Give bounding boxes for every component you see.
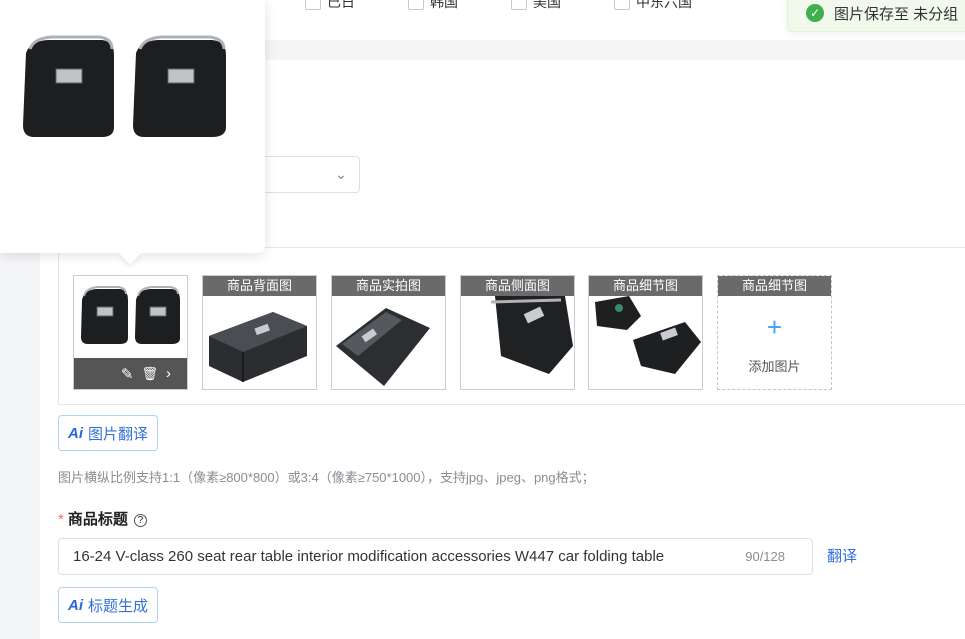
button-label: 标题生成	[88, 597, 149, 615]
ai-icon: Ai	[68, 424, 83, 442]
plus-icon: +	[766, 312, 783, 342]
toast-text: 图片保存至 未分组	[834, 5, 959, 23]
product-image	[74, 282, 187, 359]
country-label: 韩国	[430, 0, 458, 10]
product-image	[332, 296, 445, 389]
preview-image	[18, 35, 238, 145]
required-mark: *	[58, 511, 64, 528]
label-text: 商品标题	[67, 511, 128, 528]
thumb-detail-1[interactable]: 商品细节图	[588, 275, 703, 390]
thumb-toolbar: ✎ 🗑 ›	[74, 358, 187, 389]
ai-icon: Ai	[68, 596, 83, 614]
image-format-hint: 图片横纵比例支持1:1（像素≥800*800）或3:4（像素≥750*1000）…	[58, 470, 595, 485]
product-image	[203, 296, 316, 389]
main-image-thumb[interactable]: ✎ 🗑 ›	[73, 275, 188, 390]
image-gallery: ✎ 🗑 › 商品背面图 商品实拍图 商品侧面图 商品细节图 商品细节图 + 添加…	[58, 247, 965, 405]
title-input[interactable]: 16-24 V-class 260 seat rear table interi…	[58, 538, 813, 575]
product-image	[461, 296, 574, 389]
chevron-down-icon: ⌄	[335, 166, 347, 182]
product-image	[589, 296, 702, 389]
title-value: 16-24 V-class 260 seat rear table interi…	[73, 548, 665, 565]
next-icon[interactable]: ›	[166, 365, 171, 382]
country-label: 美国	[533, 0, 561, 10]
country-options: 已日 韩国 美国 中东六国	[305, 0, 717, 12]
success-toast: ✓ 图片保存至 未分组	[787, 0, 965, 32]
help-icon[interactable]: ?	[133, 514, 147, 527]
country-label: 已日	[327, 0, 355, 10]
country-label: 中东六国	[636, 0, 692, 10]
thumb-label: 商品实拍图	[332, 276, 445, 296]
country-option[interactable]: 已日	[305, 0, 408, 12]
thumb-label: 商品细节图	[718, 276, 831, 296]
thumb-side-view[interactable]: 商品侧面图	[460, 275, 575, 390]
checkbox[interactable]	[408, 0, 424, 10]
country-option[interactable]: 中东六国	[614, 0, 717, 12]
button-label: 图片翻译	[88, 425, 149, 443]
add-image-label: 添加图片	[748, 359, 801, 374]
add-image-button[interactable]: 商品细节图 + 添加图片	[717, 275, 832, 390]
delete-icon[interactable]: 🗑	[141, 366, 158, 382]
thumb-label: 商品背面图	[203, 276, 316, 296]
category-select[interactable]: ⌄	[265, 156, 360, 193]
thumb-real-shot[interactable]: 商品实拍图	[331, 275, 446, 390]
image-translate-button[interactable]: Ai 图片翻译	[58, 415, 159, 451]
country-option[interactable]: 美国	[511, 0, 614, 12]
checkbox[interactable]	[614, 0, 630, 10]
title-field-label: * 商品标题?	[58, 508, 147, 529]
thumb-label: 商品侧面图	[461, 276, 574, 296]
checkbox[interactable]	[305, 0, 321, 10]
checkbox[interactable]	[511, 0, 527, 10]
thumb-label: 商品细节图	[589, 276, 702, 296]
thumb-back-view[interactable]: 商品背面图	[202, 275, 317, 390]
translate-link[interactable]: 翻译	[827, 545, 857, 566]
title-generate-button[interactable]: Ai 标题生成	[58, 587, 159, 623]
check-icon: ✓	[806, 4, 824, 22]
edit-icon[interactable]: ✎	[121, 365, 134, 383]
char-count: 90/128	[745, 549, 785, 564]
image-preview-popover	[0, 0, 265, 265]
country-option[interactable]: 韩国	[408, 0, 511, 12]
